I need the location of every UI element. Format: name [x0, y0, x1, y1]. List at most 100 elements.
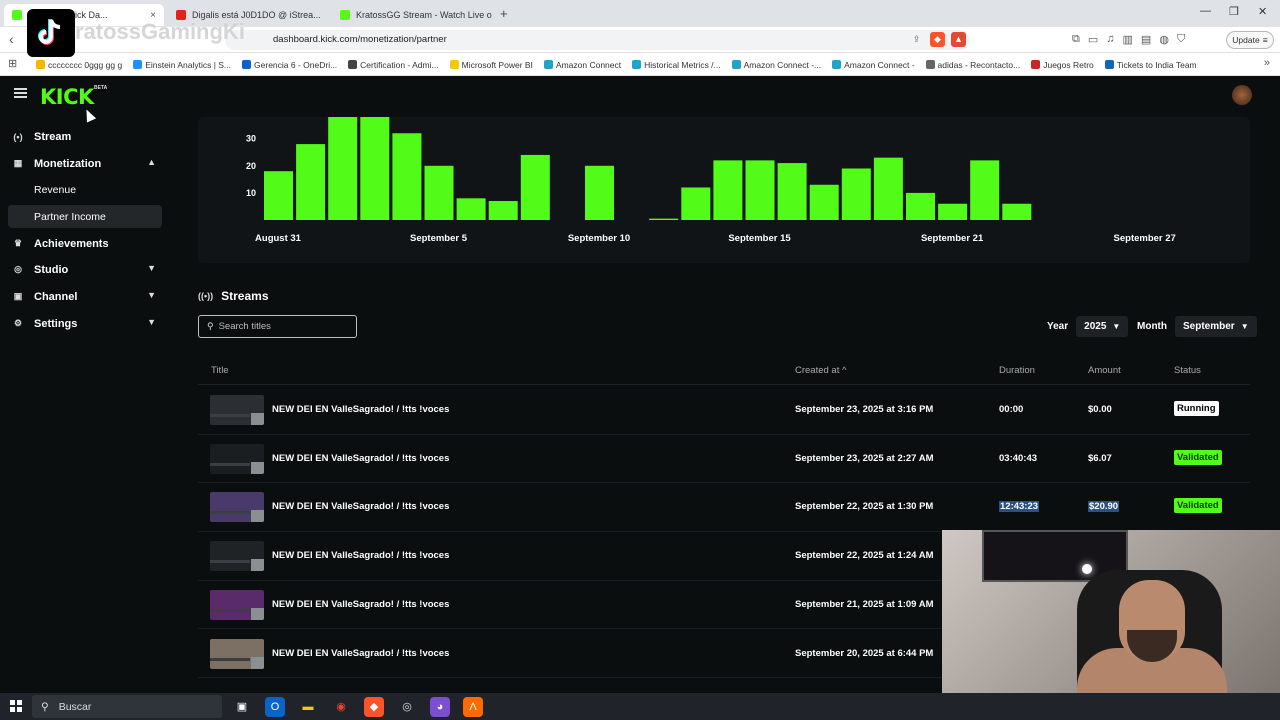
- stream-thumbnail[interactable]: [210, 492, 264, 523]
- stream-thumbnail[interactable]: [210, 541, 264, 572]
- stream-thumbnail[interactable]: [210, 638, 264, 669]
- bookmark-item[interactable]: Gerencia 6 - OneDri...: [242, 60, 337, 70]
- sidebar-item-studio[interactable]: ◎ Studio ▼: [8, 258, 162, 281]
- bookmark-item[interactable]: Amazon Connect -...: [731, 60, 821, 70]
- column-duration[interactable]: Duration: [999, 365, 1035, 376]
- stream-title[interactable]: NEW DEI EN ValleSagrado! / !tts !voces: [272, 550, 449, 561]
- new-tab-button[interactable]: +: [500, 6, 508, 21]
- table-row[interactable]: NEW DEI EN ValleSagrado! / !tts !voces Se…: [198, 435, 1250, 484]
- bookmark-item[interactable]: Amazon Connect: [543, 60, 621, 70]
- omnibox[interactable]: dashboard.kick.com/monetization/partner …: [225, 30, 970, 50]
- kick-logo[interactable]: KICK: [40, 85, 94, 109]
- chart-bar[interactable]: [360, 117, 390, 220]
- bookmark-item[interactable]: Amazon Connect -: [832, 60, 915, 70]
- chevron-down-icon[interactable]: ▼: [147, 263, 156, 273]
- bookmark-item[interactable]: adidas - Recontacto...: [925, 60, 1020, 70]
- chart-bar[interactable]: [809, 184, 839, 220]
- user-avatar[interactable]: [1232, 85, 1252, 105]
- sidebar-item-stream[interactable]: (•) Stream: [8, 125, 162, 148]
- table-row[interactable]: NEW DEI EN ValleSagrado! / !tts !voces Se…: [198, 386, 1250, 435]
- search-input[interactable]: [218, 321, 349, 332]
- wallet-icon[interactable]: ▤: [1141, 33, 1151, 46]
- chart-bar[interactable]: [681, 187, 711, 220]
- file-explorer-icon[interactable]: ▬: [298, 697, 318, 717]
- task-view-icon[interactable]: ▣: [232, 697, 252, 717]
- apps-grid-icon[interactable]: ⊞: [8, 57, 17, 70]
- chart-bar[interactable]: [777, 163, 807, 220]
- table-row[interactable]: NEW DEI EN ValleSagrado! / !tts !voces Se…: [198, 483, 1250, 532]
- browser-tab-kick-stream[interactable]: KratossGG Stream - Watch Live on Ki... ×: [332, 4, 492, 26]
- chevron-down-icon[interactable]: ▼: [147, 317, 156, 327]
- column-amount[interactable]: Amount: [1088, 365, 1121, 376]
- chart-bar[interactable]: [649, 218, 679, 220]
- stream-title[interactable]: NEW DEI EN ValleSagrado! / !tts !voces: [272, 648, 449, 659]
- chart-bar[interactable]: [938, 203, 968, 220]
- sidebar-item-revenue[interactable]: Revenue: [8, 178, 162, 201]
- chart-bar[interactable]: [841, 168, 871, 221]
- update-button[interactable]: Update ≡: [1226, 31, 1274, 49]
- chart-bar[interactable]: [1002, 203, 1032, 220]
- discord-icon[interactable]: ◕: [430, 697, 450, 717]
- stream-title[interactable]: NEW DEI EN ValleSagrado! / !tts !voces: [272, 501, 449, 512]
- hamburger-menu-icon[interactable]: [14, 88, 27, 98]
- column-title[interactable]: Title: [211, 365, 229, 376]
- app-icon[interactable]: Λ: [463, 697, 483, 717]
- chart-bar[interactable]: [520, 154, 550, 220]
- chart-bar[interactable]: [392, 133, 422, 220]
- sidebar-item-monetization[interactable]: ▦ Monetization ▲: [8, 152, 162, 175]
- chart-bar[interactable]: [906, 192, 935, 220]
- sidebar-item-partner-income[interactable]: Partner Income: [8, 205, 162, 228]
- restore-icon[interactable]: ❐: [1229, 5, 1239, 18]
- url-text[interactable]: dashboard.kick.com/monetization/partner: [273, 34, 447, 45]
- chart-bar[interactable]: [456, 198, 486, 220]
- close-window-icon[interactable]: ✕: [1258, 5, 1267, 18]
- outlook-icon[interactable]: O: [265, 697, 285, 717]
- chart-bar[interactable]: [970, 160, 1000, 220]
- chart-bar[interactable]: [264, 171, 293, 220]
- column-status[interactable]: Status: [1174, 365, 1201, 376]
- bookmark-item[interactable]: Historical Metrics /...: [632, 60, 721, 70]
- chevron-up-icon[interactable]: ▲: [147, 157, 156, 167]
- chart-bar[interactable]: [585, 165, 614, 220]
- sidebar-item-achievements[interactable]: ♛ Achievements: [8, 232, 162, 255]
- media-icon[interactable]: ♫: [1106, 33, 1114, 46]
- stream-title[interactable]: NEW DEI EN ValleSagrado! / !tts !voces: [272, 599, 449, 610]
- bookmark-item[interactable]: Certification - Admi...: [348, 60, 439, 70]
- bookmark-item[interactable]: Juegos Retro: [1031, 60, 1094, 70]
- brave-icon[interactable]: ◆: [364, 697, 384, 717]
- chart-bar[interactable]: [424, 165, 454, 220]
- month-select[interactable]: September ▼: [1175, 316, 1257, 337]
- brave-shield-icon[interactable]: ◆: [930, 32, 945, 47]
- extensions-icon[interactable]: ⧉: [1072, 33, 1080, 46]
- chart-bar[interactable]: [328, 117, 358, 220]
- chart-bar[interactable]: [873, 157, 903, 220]
- shield-icon[interactable]: ⛉: [1177, 33, 1185, 46]
- chevron-down-icon[interactable]: ▼: [147, 290, 156, 300]
- chart-bar[interactable]: [713, 160, 743, 220]
- vpn-icon[interactable]: ◍: [1159, 33, 1169, 46]
- share-icon[interactable]: ⇪: [909, 32, 924, 47]
- more-bookmarks-icon[interactable]: »: [1264, 57, 1270, 69]
- back-arrow-icon[interactable]: ‹: [9, 31, 14, 47]
- search-field[interactable]: ⚲: [198, 315, 357, 338]
- column-created-at[interactable]: Created at ^: [795, 365, 846, 376]
- stream-thumbnail[interactable]: [210, 395, 264, 425]
- chart-bar[interactable]: [488, 201, 518, 220]
- taskbar-search[interactable]: ⚲ Buscar: [32, 695, 222, 718]
- sidebar-item-channel[interactable]: ▣ Channel ▼: [8, 285, 162, 308]
- bookmark-item[interactable]: Einstein Analytics | S...: [133, 60, 231, 70]
- stream-title[interactable]: NEW DEI EN ValleSagrado! / !tts !voces: [272, 453, 449, 464]
- stream-thumbnail[interactable]: [210, 443, 264, 474]
- stream-thumbnail[interactable]: [210, 589, 264, 620]
- bookmark-item[interactable]: Tickets to India Team: [1104, 60, 1197, 70]
- windows-start-icon[interactable]: [10, 700, 22, 712]
- bookmark-item[interactable]: cccccccc 0ggg gg g: [36, 60, 122, 70]
- bookmark-item[interactable]: Microsoft Power BI: [449, 60, 533, 70]
- obs-icon[interactable]: ◎: [397, 697, 417, 717]
- stream-title[interactable]: NEW DEI EN ValleSagrado! / !tts !voces: [272, 404, 449, 415]
- brave-rewards-icon[interactable]: ▲: [951, 32, 966, 47]
- sidebar-toggle-icon[interactable]: ▥: [1123, 33, 1133, 46]
- minimize-icon[interactable]: —: [1200, 5, 1211, 17]
- chart-bar[interactable]: [745, 160, 775, 220]
- chart-bar[interactable]: [296, 144, 326, 220]
